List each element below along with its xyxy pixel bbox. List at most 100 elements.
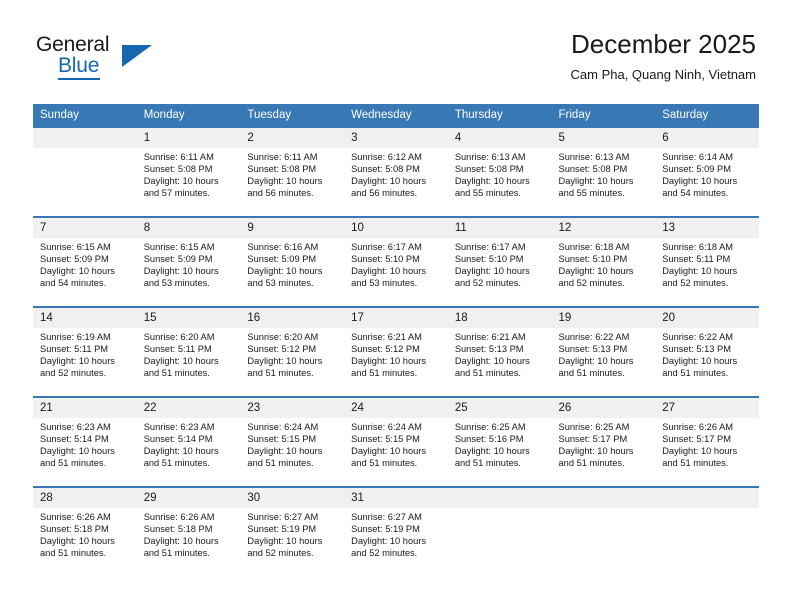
- calendar-day-cell[interactable]: 16 Sunrise: 6:20 AM Sunset: 5:12 PM Dayl…: [240, 307, 345, 397]
- day-number: 31: [344, 488, 448, 508]
- calendar-day-cell[interactable]: 7 Sunrise: 6:15 AM Sunset: 5:09 PM Dayli…: [33, 217, 137, 307]
- sunrise-text: Sunrise: 6:21 AM: [454, 332, 526, 342]
- calendar-day-cell[interactable]: 30 Sunrise: 6:27 AM Sunset: 5:19 PM Dayl…: [240, 487, 345, 576]
- sunset-text: Sunset: 5:15 PM: [351, 434, 420, 445]
- calendar-day-cell[interactable]: 18 Sunrise: 6:21 AM Sunset: 5:13 PM Dayl…: [447, 307, 552, 397]
- day-details: Sunrise: 6:13 AM Sunset: 5:08 PM Dayligh…: [448, 148, 552, 199]
- calendar-body: 1 Sunrise: 6:11 AM Sunset: 5:08 PM Dayli…: [33, 127, 759, 576]
- sunrise-text: Sunrise: 6:11 AM: [247, 152, 318, 162]
- day-number: 15: [136, 308, 241, 328]
- day-number: 27: [655, 398, 759, 418]
- calendar-day-cell[interactable]: 5 Sunrise: 6:13 AM Sunset: 5:08 PM Dayli…: [551, 127, 656, 217]
- calendar-day-cell[interactable]: 19 Sunrise: 6:22 AM Sunset: 5:13 PM Dayl…: [551, 307, 656, 397]
- day-details: Sunrise: 6:17 AM Sunset: 5:10 PM Dayligh…: [344, 238, 448, 289]
- calendar-day-cell[interactable]: 26 Sunrise: 6:25 AM Sunset: 5:17 PM Dayl…: [551, 397, 656, 487]
- weekday-header-tuesday: Tuesday: [240, 104, 345, 127]
- sunrise-text: Sunrise: 6:18 AM: [558, 242, 630, 252]
- daylight-text-line2: and 51 minutes.: [40, 458, 107, 469]
- calendar-day-cell[interactable]: 9 Sunrise: 6:16 AM Sunset: 5:09 PM Dayli…: [240, 217, 345, 307]
- calendar-day-cell[interactable]: 14 Sunrise: 6:19 AM Sunset: 5:11 PM Dayl…: [33, 307, 137, 397]
- calendar-day-cell[interactable]: 15 Sunrise: 6:20 AM Sunset: 5:11 PM Dayl…: [136, 307, 241, 397]
- sunrise-text: Sunrise: 6:27 AM: [247, 512, 319, 522]
- calendar-day-cell[interactable]: [447, 487, 552, 576]
- daylight-text-line1: Daylight: 10 hours: [247, 266, 323, 277]
- daylight-text-line1: Daylight: 10 hours: [351, 176, 427, 187]
- daylight-text-line2: and 51 minutes.: [454, 368, 521, 379]
- daylight-text-line1: Daylight: 10 hours: [454, 176, 530, 187]
- calendar-day-cell[interactable]: 11 Sunrise: 6:17 AM Sunset: 5:10 PM Dayl…: [447, 217, 552, 307]
- daylight-text-line2: and 51 minutes.: [143, 368, 210, 379]
- day-number: 9: [240, 218, 345, 238]
- sunset-text: Sunset: 5:17 PM: [558, 434, 628, 445]
- sunset-text: Sunset: 5:09 PM: [247, 254, 317, 265]
- calendar-day-cell[interactable]: 1 Sunrise: 6:11 AM Sunset: 5:08 PM Dayli…: [136, 127, 241, 217]
- day-number: 21: [33, 398, 137, 418]
- day-details: Sunrise: 6:16 AM Sunset: 5:09 PM Dayligh…: [240, 238, 344, 289]
- calendar-day-cell[interactable]: 31 Sunrise: 6:27 AM Sunset: 5:19 PM Dayl…: [344, 487, 448, 576]
- calendar-day-cell[interactable]: 13 Sunrise: 6:18 AM Sunset: 5:11 PM Dayl…: [655, 217, 759, 307]
- daylight-text-line1: Daylight: 10 hours: [143, 536, 219, 547]
- sunrise-text: Sunrise: 6:26 AM: [662, 422, 734, 432]
- daylight-text-line2: and 51 minutes.: [454, 458, 521, 469]
- daylight-text-line2: and 52 minutes.: [247, 548, 314, 559]
- calendar-day-cell[interactable]: 6 Sunrise: 6:14 AM Sunset: 5:09 PM Dayli…: [655, 127, 759, 217]
- calendar-day-cell[interactable]: 28 Sunrise: 6:26 AM Sunset: 5:18 PM Dayl…: [33, 487, 137, 576]
- calendar-day-cell[interactable]: 22 Sunrise: 6:23 AM Sunset: 5:14 PM Dayl…: [136, 397, 241, 487]
- sunrise-text: Sunrise: 6:24 AM: [247, 422, 319, 432]
- sunset-text: Sunset: 5:14 PM: [143, 434, 213, 445]
- calendar-day-cell[interactable]: 25 Sunrise: 6:25 AM Sunset: 5:16 PM Dayl…: [447, 397, 552, 487]
- daylight-text-line1: Daylight: 10 hours: [247, 356, 323, 367]
- calendar-week-row: 7 Sunrise: 6:15 AM Sunset: 5:09 PM Dayli…: [33, 217, 759, 307]
- sunset-text: Sunset: 5:09 PM: [143, 254, 213, 265]
- day-details: Sunrise: 6:25 AM Sunset: 5:17 PM Dayligh…: [552, 418, 656, 469]
- calendar-day-cell[interactable]: 29 Sunrise: 6:26 AM Sunset: 5:18 PM Dayl…: [136, 487, 241, 576]
- calendar-day-cell[interactable]: 20 Sunrise: 6:22 AM Sunset: 5:13 PM Dayl…: [655, 307, 759, 397]
- daylight-text-line1: Daylight: 10 hours: [662, 176, 738, 187]
- triangle-icon: [122, 45, 152, 67]
- daylight-text-line1: Daylight: 10 hours: [351, 356, 427, 367]
- daylight-text-line2: and 55 minutes.: [558, 188, 625, 199]
- calendar-day-cell[interactable]: [655, 487, 759, 576]
- calendar-day-cell[interactable]: 17 Sunrise: 6:21 AM Sunset: 5:12 PM Dayl…: [344, 307, 448, 397]
- sunrise-text: Sunrise: 6:22 AM: [558, 332, 630, 342]
- calendar-day-cell[interactable]: 23 Sunrise: 6:24 AM Sunset: 5:15 PM Dayl…: [240, 397, 345, 487]
- daylight-text-line2: and 52 minutes.: [558, 278, 625, 289]
- daylight-text-line1: Daylight: 10 hours: [454, 356, 530, 367]
- daylight-text-line2: and 56 minutes.: [247, 188, 314, 199]
- sunrise-text: Sunrise: 6:20 AM: [143, 332, 215, 342]
- calendar-day-cell[interactable]: 27 Sunrise: 6:26 AM Sunset: 5:17 PM Dayl…: [655, 397, 759, 487]
- daylight-text-line2: and 51 minutes.: [662, 458, 729, 469]
- calendar-day-cell[interactable]: [551, 487, 656, 576]
- daylight-text-line2: and 53 minutes.: [351, 278, 418, 289]
- daylight-text-line2: and 54 minutes.: [40, 278, 107, 289]
- day-number: 4: [447, 128, 552, 148]
- day-number: 28: [33, 488, 137, 508]
- day-details: Sunrise: 6:19 AM Sunset: 5:11 PM Dayligh…: [33, 328, 137, 379]
- day-details: Sunrise: 6:25 AM Sunset: 5:16 PM Dayligh…: [448, 418, 552, 469]
- calendar-day-cell[interactable]: 21 Sunrise: 6:23 AM Sunset: 5:14 PM Dayl…: [33, 397, 137, 487]
- day-number: 26: [551, 398, 656, 418]
- calendar-day-cell[interactable]: [33, 127, 137, 217]
- day-number: 5: [551, 128, 656, 148]
- sunset-text: Sunset: 5:08 PM: [558, 164, 628, 175]
- sunrise-text: Sunrise: 6:17 AM: [454, 242, 526, 252]
- daylight-text-line1: Daylight: 10 hours: [143, 446, 219, 457]
- day-number: 14: [33, 308, 137, 328]
- day-number: 6: [655, 128, 759, 148]
- calendar-day-cell[interactable]: 10 Sunrise: 6:17 AM Sunset: 5:10 PM Dayl…: [344, 217, 448, 307]
- calendar-day-cell[interactable]: 8 Sunrise: 6:15 AM Sunset: 5:09 PM Dayli…: [136, 217, 241, 307]
- general-blue-logo[interactable]: General Blue: [36, 33, 156, 81]
- day-details: Sunrise: 6:26 AM Sunset: 5:18 PM Dayligh…: [137, 508, 241, 559]
- day-details: Sunrise: 6:13 AM Sunset: 5:08 PM Dayligh…: [552, 148, 656, 199]
- calendar-day-cell[interactable]: 3 Sunrise: 6:12 AM Sunset: 5:08 PM Dayli…: [344, 127, 448, 217]
- day-number: 17: [344, 308, 448, 328]
- calendar-day-cell[interactable]: 4 Sunrise: 6:13 AM Sunset: 5:08 PM Dayli…: [447, 127, 552, 217]
- calendar-day-cell[interactable]: 12 Sunrise: 6:18 AM Sunset: 5:10 PM Dayl…: [551, 217, 656, 307]
- day-details: [448, 508, 552, 511]
- calendar-header-row: Sunday Monday Tuesday Wednesday Thursday…: [33, 104, 759, 127]
- sunset-text: Sunset: 5:13 PM: [454, 344, 524, 355]
- day-number: 25: [447, 398, 552, 418]
- calendar-day-cell[interactable]: 24 Sunrise: 6:24 AM Sunset: 5:15 PM Dayl…: [344, 397, 448, 487]
- daylight-text-line2: and 51 minutes.: [351, 368, 418, 379]
- calendar-day-cell[interactable]: 2 Sunrise: 6:11 AM Sunset: 5:08 PM Dayli…: [240, 127, 345, 217]
